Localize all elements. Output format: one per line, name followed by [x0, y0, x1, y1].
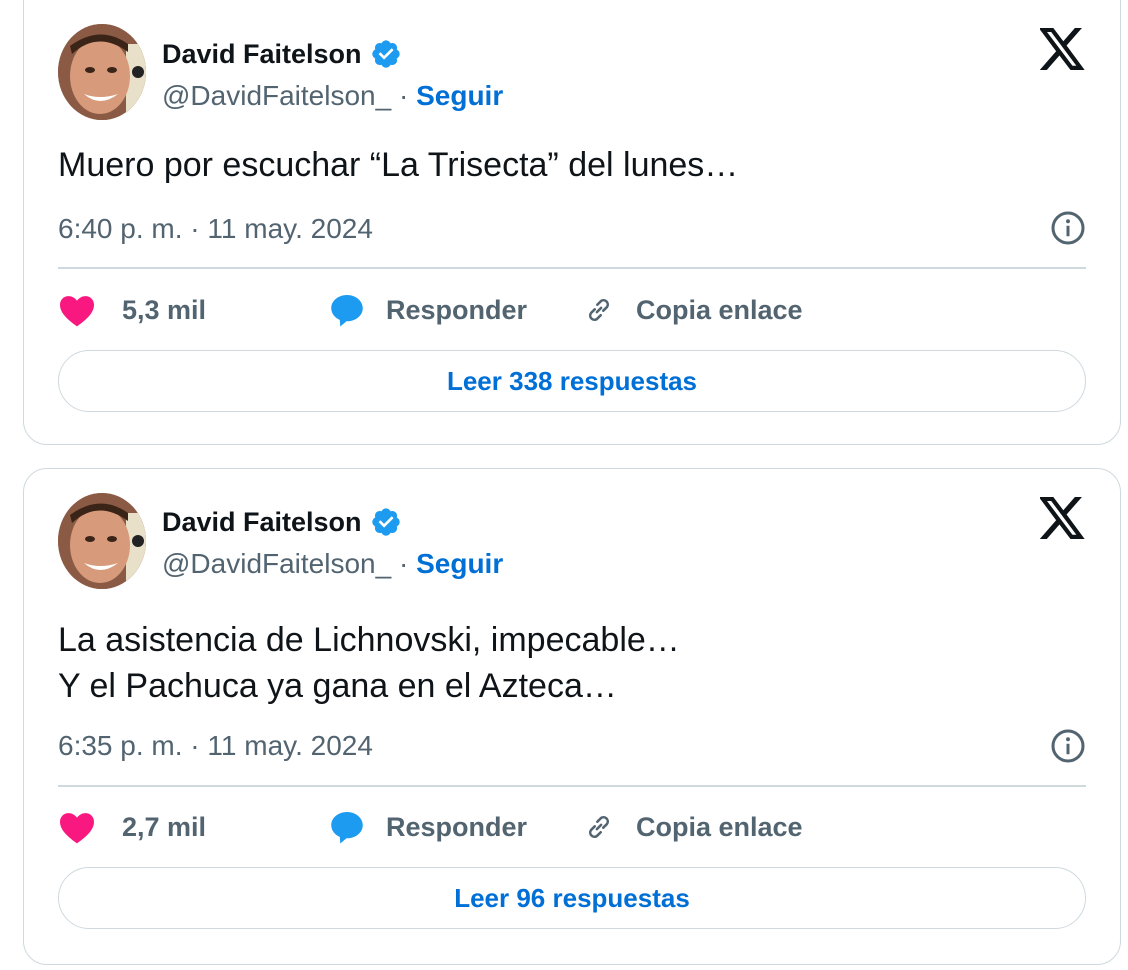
heart-icon [60, 296, 94, 327]
divider [58, 267, 1086, 269]
verified-badge-icon [371, 508, 400, 536]
follow-button[interactable]: Seguir [416, 80, 503, 111]
like-count: 5,3 mil [122, 294, 207, 325]
tweet-time: 6:35 p. m. [58, 730, 183, 761]
action-bar: 2,7 mil Responder Copia enlace [58, 805, 1086, 849]
x-logo-icon[interactable] [1040, 497, 1086, 539]
tweet-date: 11 may. 2024 [207, 730, 373, 761]
copy-link-button[interactable]: Copia enlace [582, 810, 803, 844]
link-icon [588, 815, 610, 839]
author-name[interactable]: David Faitelson [162, 507, 362, 538]
tweet-card: David Faitelson @DavidFaitelson_ · Segui… [23, 0, 1121, 445]
reply-button[interactable]: Responder [328, 292, 582, 328]
author-name[interactable]: David Faitelson [162, 39, 362, 70]
handle-row: @DavidFaitelson_ · Seguir [162, 80, 503, 112]
divider [58, 785, 1086, 787]
x-logo-icon[interactable] [1040, 28, 1086, 70]
tweet-text: Muero por escuchar “La Trisecta” del lun… [58, 146, 739, 184]
tweet-card: David Faitelson @DavidFaitelson_ · Segui… [23, 468, 1121, 965]
tweet-time: 6:40 p. m. [58, 213, 183, 244]
author-name-row[interactable]: David Faitelson [162, 38, 402, 70]
link-icon [588, 298, 610, 322]
reply-label: Responder [386, 811, 528, 842]
author-name-row[interactable]: David Faitelson [162, 506, 402, 538]
timestamp[interactable]: 6:40 p. m. · 11 may. 2024 [58, 213, 373, 245]
follow-button[interactable]: Seguir [416, 548, 503, 579]
timestamp[interactable]: 6:35 p. m. · 11 may. 2024 [58, 730, 373, 762]
info-icon[interactable] [1050, 728, 1086, 764]
read-replies-button[interactable]: Leer 338 respuestas [58, 350, 1086, 412]
like-count: 2,7 mil [122, 811, 207, 842]
copy-link-label: Copia enlace [636, 811, 803, 842]
reply-bubble-icon [331, 812, 363, 844]
separator: · [398, 548, 409, 579]
tweet-date: 11 may. 2024 [207, 213, 373, 244]
verified-badge-icon [371, 40, 400, 68]
avatar[interactable] [58, 493, 146, 589]
info-icon[interactable] [1050, 210, 1086, 246]
author-handle[interactable]: @DavidFaitelson_ [162, 80, 391, 111]
read-replies-button[interactable]: Leer 96 respuestas [58, 867, 1086, 929]
separator: · [398, 80, 409, 111]
action-bar: 5,3 mil Responder Copia enlace [58, 288, 1086, 332]
tweet-text: La asistencia de Lichnovski, impecable… … [58, 621, 680, 705]
separator: · [190, 730, 200, 761]
copy-link-label: Copia enlace [636, 294, 803, 325]
heart-icon [60, 813, 94, 844]
reply-label: Responder [386, 294, 528, 325]
reply-bubble-icon [331, 295, 363, 327]
copy-link-button[interactable]: Copia enlace [582, 293, 803, 327]
reply-button[interactable]: Responder [328, 809, 582, 845]
separator: · [190, 213, 200, 244]
like-button[interactable]: 5,3 mil [58, 293, 328, 327]
like-button[interactable]: 2,7 mil [58, 810, 328, 844]
author-handle[interactable]: @DavidFaitelson_ [162, 548, 391, 579]
handle-row: @DavidFaitelson_ · Seguir [162, 548, 503, 580]
avatar[interactable] [58, 24, 146, 120]
